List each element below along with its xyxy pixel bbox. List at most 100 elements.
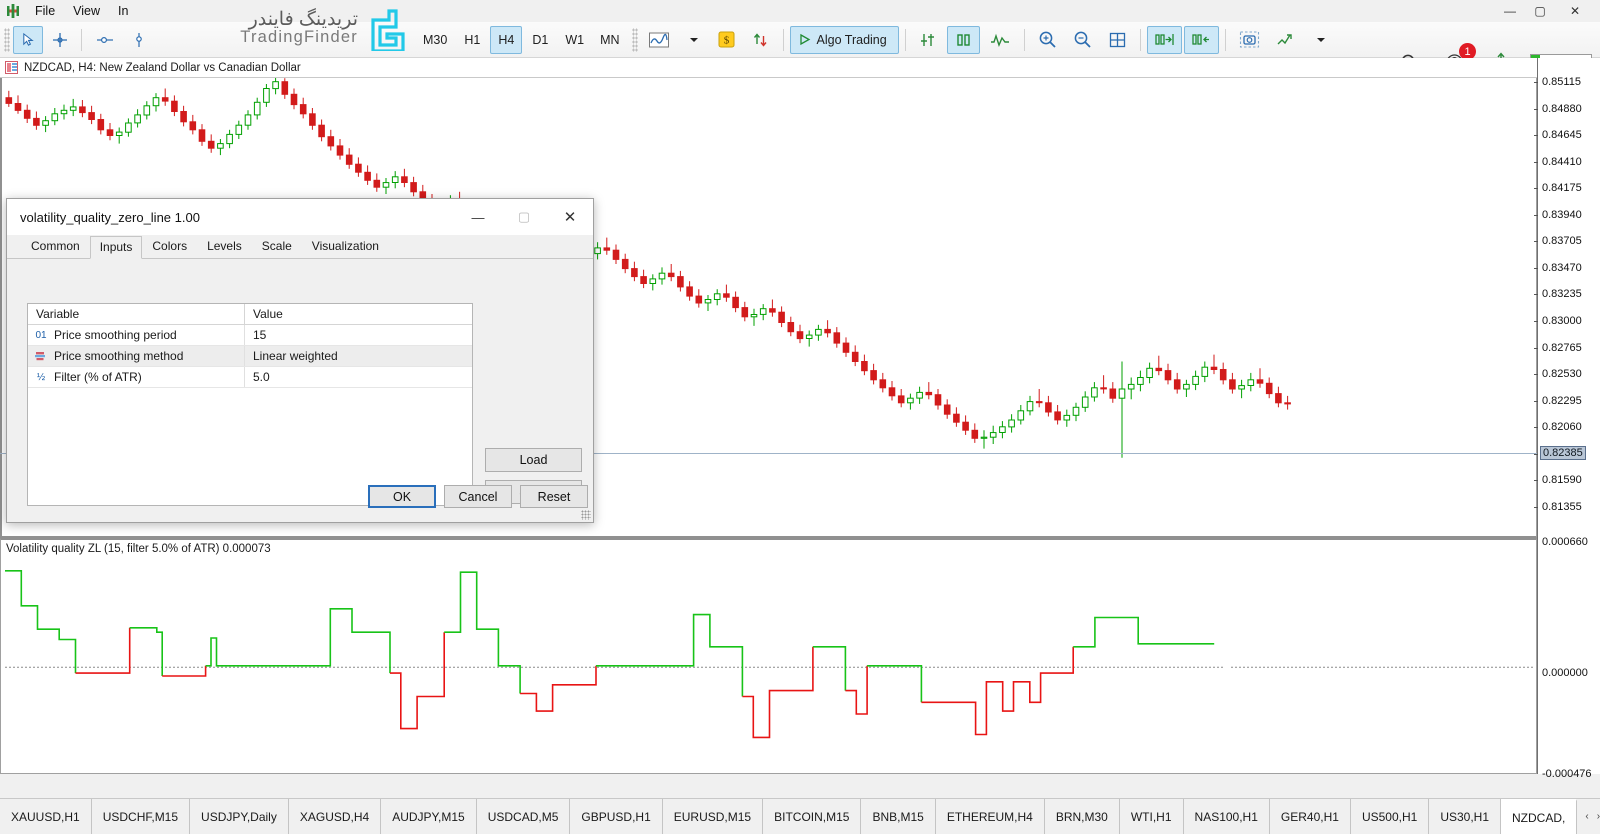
vertical-line-tool-button[interactable] — [124, 26, 154, 54]
window-minimize-button[interactable]: — — [1495, 0, 1525, 22]
autoscroll-icon — [1277, 33, 1292, 44]
zoom-out-button[interactable] — [1066, 26, 1099, 54]
ok-button[interactable]: OK — [368, 485, 436, 508]
tab-scale[interactable]: Scale — [252, 235, 302, 258]
price-tick — [1534, 347, 1538, 349]
chevron-down-icon — [1316, 37, 1325, 42]
variable-value[interactable]: 15 — [245, 325, 472, 345]
dollar-icon: $ — [718, 31, 735, 48]
chart-type-dropdown[interactable] — [679, 26, 709, 54]
shift-left-button[interactable] — [1183, 25, 1219, 54]
price-tick-label: 0.81590 — [1542, 474, 1582, 487]
menu-view[interactable]: View — [64, 2, 109, 20]
bar-chart-button[interactable] — [946, 25, 980, 54]
price-tick — [1534, 294, 1538, 296]
indicators-button[interactable] — [982, 26, 1018, 54]
chart-tab[interactable]: EURUSD,M15 — [662, 799, 764, 834]
cancel-button[interactable]: Cancel — [444, 485, 512, 508]
tab-levels[interactable]: Levels — [197, 235, 252, 258]
algo-trading-button[interactable]: Algo Trading — [789, 25, 899, 54]
dialog-title-bar[interactable]: volatility_quality_zero_line 1.00 — ▢ ✕ — [7, 199, 593, 235]
tab-common[interactable]: Common — [21, 235, 90, 258]
price-tick-label: 0.82530 — [1542, 368, 1582, 381]
trendline-icon — [97, 36, 113, 43]
chart-header: NZDCAD, H4: New Zealand Dollar vs Canadi… — [0, 58, 1537, 78]
zoom-in-button[interactable] — [1031, 26, 1064, 54]
tabs-prev-button[interactable]: ‹ — [1585, 811, 1588, 822]
inputs-grid[interactable]: Variable Value 01 Price smoothing period… — [27, 303, 473, 506]
chart-tab[interactable]: NAS100,H1 — [1183, 799, 1270, 834]
table-row[interactable]: ½ Filter (% of ATR) 5.0 — [28, 367, 472, 388]
trendline-tool-button[interactable] — [88, 26, 122, 54]
chart-tab[interactable]: US500,H1 — [1350, 799, 1430, 834]
chart-tab[interactable]: GBPUSD,H1 — [570, 799, 663, 834]
variable-value[interactable]: Linear weighted — [245, 346, 472, 366]
indicator-properties-dialog[interactable]: volatility_quality_zero_line 1.00 — ▢ ✕ … — [6, 198, 594, 523]
chart-tab[interactable]: BNB,M15 — [861, 799, 936, 834]
trade-levels-button[interactable] — [744, 26, 777, 54]
timeframe-d1-button[interactable]: D1 — [524, 26, 556, 54]
chart-tab[interactable]: USDCAD,M5 — [476, 799, 571, 834]
line-chart-icon — [648, 32, 669, 47]
dialog-close-button[interactable]: ✕ — [547, 199, 593, 235]
toolbar-separator-5 — [1139, 28, 1141, 51]
window-close-button[interactable]: ✕ — [1560, 0, 1590, 22]
chart-tab[interactable]: BITCOIN,M15 — [763, 799, 862, 834]
toolbar-separator-4 — [1023, 28, 1025, 51]
price-tick-label: 0.82295 — [1542, 394, 1582, 407]
tab-inputs[interactable]: Inputs — [89, 236, 143, 259]
crosshair-tool-button[interactable] — [45, 26, 75, 54]
window-maximize-button[interactable]: ▢ — [1525, 0, 1555, 22]
autoscroll-dropdown[interactable] — [1306, 26, 1336, 54]
variable-label: Filter (% of ATR) — [54, 370, 142, 384]
menu-insert[interactable]: In — [109, 2, 131, 20]
chart-tab[interactable]: BRN,M30 — [1044, 799, 1120, 834]
dialog-resize-grip[interactable] — [581, 510, 591, 520]
current-price-label: 0.82385 — [1540, 446, 1586, 460]
tab-visualization[interactable]: Visualization — [302, 235, 389, 258]
chart-tab[interactable]: WTI,H1 — [1119, 799, 1184, 834]
timeframe-m30-button[interactable]: M30 — [416, 26, 454, 54]
timeframe-mn-button[interactable]: MN — [593, 26, 626, 54]
reset-button[interactable]: Reset — [520, 485, 588, 508]
price-tick-label: 0.83235 — [1542, 288, 1582, 301]
vertical-line-icon — [136, 32, 142, 47]
chart-tab[interactable]: USDCHF,M15 — [91, 799, 191, 834]
screenshot-button[interactable] — [1232, 26, 1267, 54]
dialog-maximize-button[interactable]: ▢ — [501, 199, 547, 235]
column-header-value: Value — [253, 307, 283, 321]
cursor-tool-button[interactable] — [13, 25, 43, 54]
chevron-down-icon — [689, 37, 698, 42]
variable-value[interactable]: 5.0 — [245, 367, 472, 387]
price-scale[interactable]: 0.85115 0.84880 0.84645 0.84410 0.84175 0.839… — [1534, 58, 1600, 780]
chart-tab[interactable]: US30,H1 — [1429, 799, 1502, 834]
chart-tab[interactable]: XAGUSD,H4 — [288, 799, 382, 834]
table-row[interactable]: Price smoothing method Linear weighted — [28, 346, 472, 367]
timeframe-h4-button[interactable]: H4 — [490, 25, 523, 54]
load-button[interactable]: Load — [485, 448, 582, 472]
chart-tab[interactable]: AUDJPY,M15 — [381, 799, 477, 834]
tab-colors[interactable]: Colors — [142, 235, 197, 258]
dialog-minimize-button[interactable]: — — [455, 199, 501, 235]
chart-tab[interactable]: USDJPY,Daily — [190, 799, 289, 834]
play-icon — [799, 33, 810, 46]
timeframe-h1-button[interactable]: H1 — [456, 26, 488, 54]
price-tick — [1534, 480, 1538, 482]
table-row[interactable]: 01 Price smoothing period 15 — [28, 325, 472, 346]
price-toggle-button[interactable]: $ — [711, 26, 742, 54]
menu-file[interactable]: File — [26, 2, 64, 20]
objects-list-button[interactable] — [912, 26, 945, 54]
price-tick — [1534, 108, 1538, 110]
timeframe-w1-button[interactable]: W1 — [558, 26, 591, 54]
chart-tab[interactable]: GER40,H1 — [1269, 799, 1351, 834]
toolbar-grip-2[interactable] — [631, 27, 638, 52]
chart-tab[interactable]: XAUUSD,H1 — [0, 799, 92, 834]
chart-tab[interactable]: ETHEREUM,H4 — [935, 799, 1045, 834]
chart-type-button[interactable] — [641, 26, 677, 54]
indicator-pane[interactable]: Volatility quality ZL (15, filter 5.0% o… — [0, 538, 1537, 774]
toolbar-grip[interactable] — [4, 27, 10, 52]
autoscroll-button[interactable] — [1269, 26, 1304, 54]
tile-windows-button[interactable] — [1101, 26, 1134, 54]
chart-tab-active[interactable]: NZDCAD, — [1501, 799, 1578, 834]
shift-right-button[interactable] — [1146, 25, 1182, 54]
